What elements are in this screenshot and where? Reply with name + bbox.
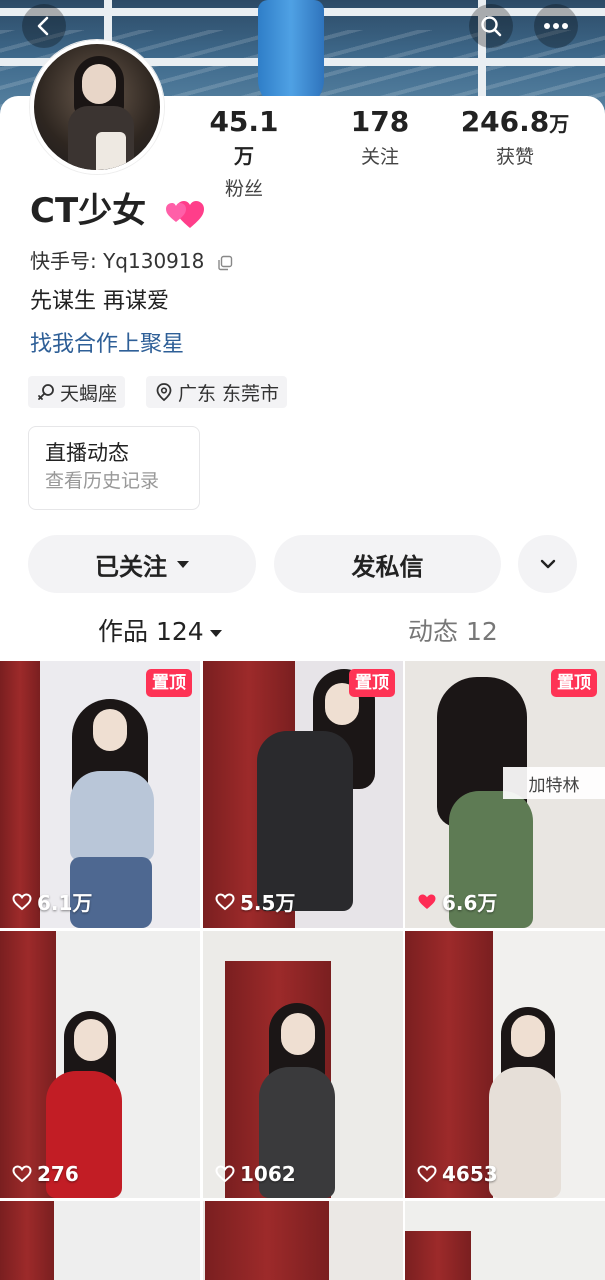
video-thumb-9[interactable] [405,1201,605,1280]
video-likes-count: 5.5万 [240,891,296,915]
message-button[interactable]: 发私信 [274,535,501,593]
heart-emoji-icon [166,200,204,228]
pinned-badge: 置顶 [551,669,597,697]
live-card-title: 直播动态 [45,441,129,465]
stat-following-label: 关注 [360,146,399,168]
search-button[interactable] [469,4,513,48]
stat-following-value: 178 [350,105,410,138]
video-thumb-2[interactable]: 置顶 5.5万 [203,661,403,928]
profile-uid-text: 快手号: Yq130918 [30,249,205,273]
copy-icon[interactable] [217,255,233,271]
followed-button[interactable]: 已关注 [28,535,256,593]
collab-link[interactable]: 找我合作上聚星 [30,331,184,359]
more-button[interactable] [534,4,578,48]
profile-name-text: CT少女 [30,191,147,231]
tab-moments[interactable]: 动态 12 [408,612,498,652]
video-thumb-8[interactable] [203,1201,403,1280]
followed-button-label: 已关注 [95,552,167,581]
video-likes: 6.6万 [417,887,497,916]
pinned-badge: 置顶 [146,669,192,697]
more-dots-icon [544,23,568,29]
video-likes-count: 6.6万 [442,891,498,915]
video-likes: 1062 [215,1162,296,1186]
video-thumb-6[interactable]: 4653 [405,931,605,1198]
live-history-card[interactable]: 直播动态 查看历史记录 [28,426,200,510]
tag-zodiac-text: 天蝎座 [60,382,118,405]
tab-caret-icon [209,629,222,637]
tab-works[interactable]: 作品 124 [98,612,222,652]
stat-fans[interactable]: 45.1 万 粉丝 [200,106,288,202]
video-likes: 6.1万 [12,887,92,916]
video-thumb-3[interactable]: 置顶 加特林 6.6万 [405,661,605,928]
video-thumb-4[interactable]: 276 [0,931,200,1198]
profile-name: CT少女 [30,190,206,232]
chevron-left-icon [37,16,49,36]
heart-filled-icon [418,894,436,909]
stat-likes[interactable]: 246.8万 获赞 [460,106,570,170]
video-likes-count: 1062 [240,1162,296,1186]
stat-likes-label: 获赞 [495,146,534,168]
video-likes-count: 276 [37,1162,79,1186]
tag-location: 广东 东莞市 [146,376,288,408]
profile-uid[interactable]: 快手号: Yq130918 [30,248,233,274]
heart-outline-icon [417,1165,437,1183]
video-thumb-1[interactable]: 置顶 6.1万 [0,661,200,928]
profile-bio: 先谋生 再谋爱 [30,289,169,314]
tag-location-text: 广东 东莞市 [178,382,280,405]
stat-likes-value: 246.8 [460,105,550,138]
stat-likes-unit: 万 [549,112,570,136]
tag-zodiac: 天蝎座 [28,376,126,408]
message-button-label: 发私信 [351,552,424,581]
heart-outline-icon [12,1165,32,1183]
pinned-badge: 置顶 [349,669,395,697]
caret-down-icon [177,560,189,568]
stat-fans-value: 45.1 [209,105,279,138]
tab-works-label: 作品 124 [98,617,204,646]
video-likes: 4653 [417,1162,498,1186]
location-icon [156,383,172,402]
avatar[interactable] [30,40,164,174]
heart-outline-icon [12,892,32,910]
video-likes-count: 6.1万 [37,891,93,915]
back-button[interactable] [22,4,66,48]
video-likes: 5.5万 [215,887,295,916]
stat-following[interactable]: 178 关注 [340,106,420,170]
chevron-down-icon [540,559,555,569]
video-thumb-7[interactable] [0,1201,200,1280]
heart-outline-icon [215,892,235,910]
expand-button[interactable] [518,535,577,593]
zodiac-icon [38,384,54,400]
heart-outline-icon [215,1165,235,1183]
stat-fans-label: 粉丝 [224,178,263,200]
live-card-subtitle: 查看历史记录 [45,470,160,492]
stat-fans-unit: 万 [234,144,254,168]
tab-moments-label: 动态 12 [408,617,498,646]
video-thumb-5[interactable]: 1062 [203,931,403,1198]
video-likes-count: 4653 [442,1162,498,1186]
video-likes: 276 [12,1162,79,1186]
search-icon [481,16,502,37]
video-sticker: 加特林 [503,767,605,799]
